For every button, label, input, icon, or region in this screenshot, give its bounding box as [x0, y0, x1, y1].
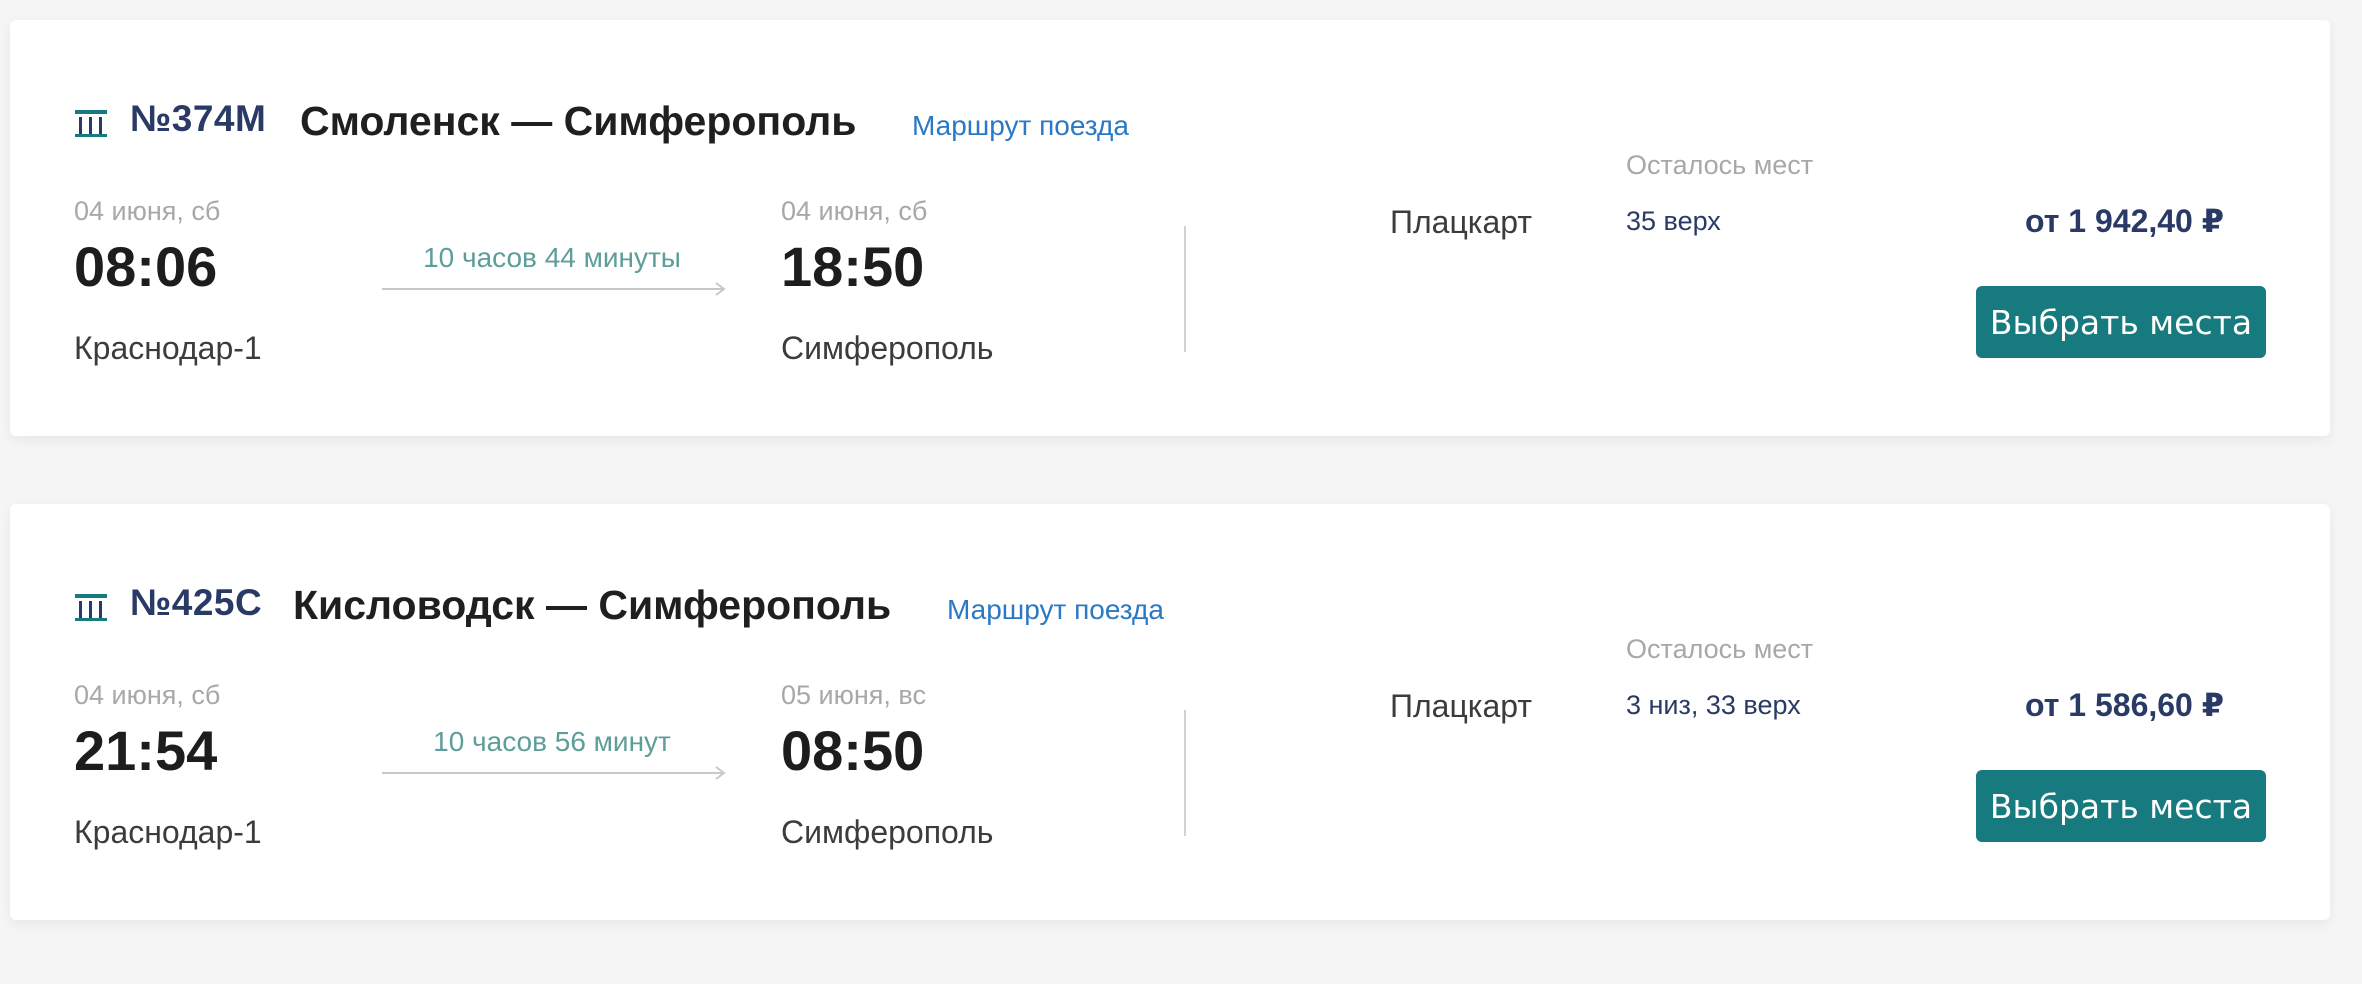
- divider: [1184, 710, 1186, 836]
- train-card: №374М Смоленск — Симферополь Маршрут пое…: [10, 20, 2330, 436]
- select-seats-button[interactable]: Выбрать места: [1976, 770, 2266, 842]
- select-seats-button[interactable]: Выбрать места: [1976, 286, 2266, 358]
- arrival-time: 08:50: [781, 719, 925, 782]
- departure-time: 08:06: [74, 235, 218, 298]
- train-number: №374М: [130, 98, 267, 139]
- ticket-price: от 1 586,60 ₽: [2024, 687, 2224, 723]
- train-card: №425С Кисловодск — Симферополь Маршрут п…: [10, 504, 2330, 920]
- travel-duration: 10 часов 56 минут: [433, 726, 671, 757]
- arrival-date: 05 июня, вс: [781, 680, 926, 710]
- travel-duration: 10 часов 44 минуты: [423, 242, 681, 273]
- car-type: Плацкарт: [1390, 204, 1533, 240]
- train-route: Смоленск — Симферополь: [300, 98, 857, 144]
- train-route: Кисловодск — Симферополь: [293, 582, 892, 628]
- departure-station: Краснодар-1: [74, 814, 262, 850]
- ticket-price: от 1 942,40 ₽: [2024, 203, 2224, 239]
- train-icon: [75, 110, 107, 137]
- car-type: Плацкарт: [1390, 688, 1533, 724]
- arrival-station: Симферополь: [781, 814, 994, 850]
- arrival-time: 18:50: [781, 235, 925, 298]
- seats-left-label: Осталось мест: [1626, 634, 1814, 664]
- seats-left-value: 35 верх: [1626, 206, 1721, 236]
- train-number: №425С: [130, 582, 263, 623]
- seats-left-value: 3 низ, 33 верх: [1626, 690, 1801, 720]
- departure-station: Краснодар-1: [74, 330, 262, 366]
- train-icon: [75, 594, 107, 621]
- train-route-link[interactable]: Маршрут поезда: [912, 110, 1129, 142]
- departure-date: 04 июня, сб: [74, 196, 221, 226]
- departure-time: 21:54: [74, 719, 218, 782]
- arrow-right-icon: [382, 766, 726, 780]
- arrival-station: Симферополь: [781, 330, 994, 366]
- train-route-link[interactable]: Маршрут поезда: [947, 594, 1164, 626]
- departure-date: 04 июня, сб: [74, 680, 221, 710]
- divider: [1184, 226, 1186, 352]
- arrival-date: 04 июня, сб: [781, 196, 928, 226]
- arrow-right-icon: [382, 282, 726, 296]
- seats-left-label: Осталось мест: [1626, 150, 1814, 180]
